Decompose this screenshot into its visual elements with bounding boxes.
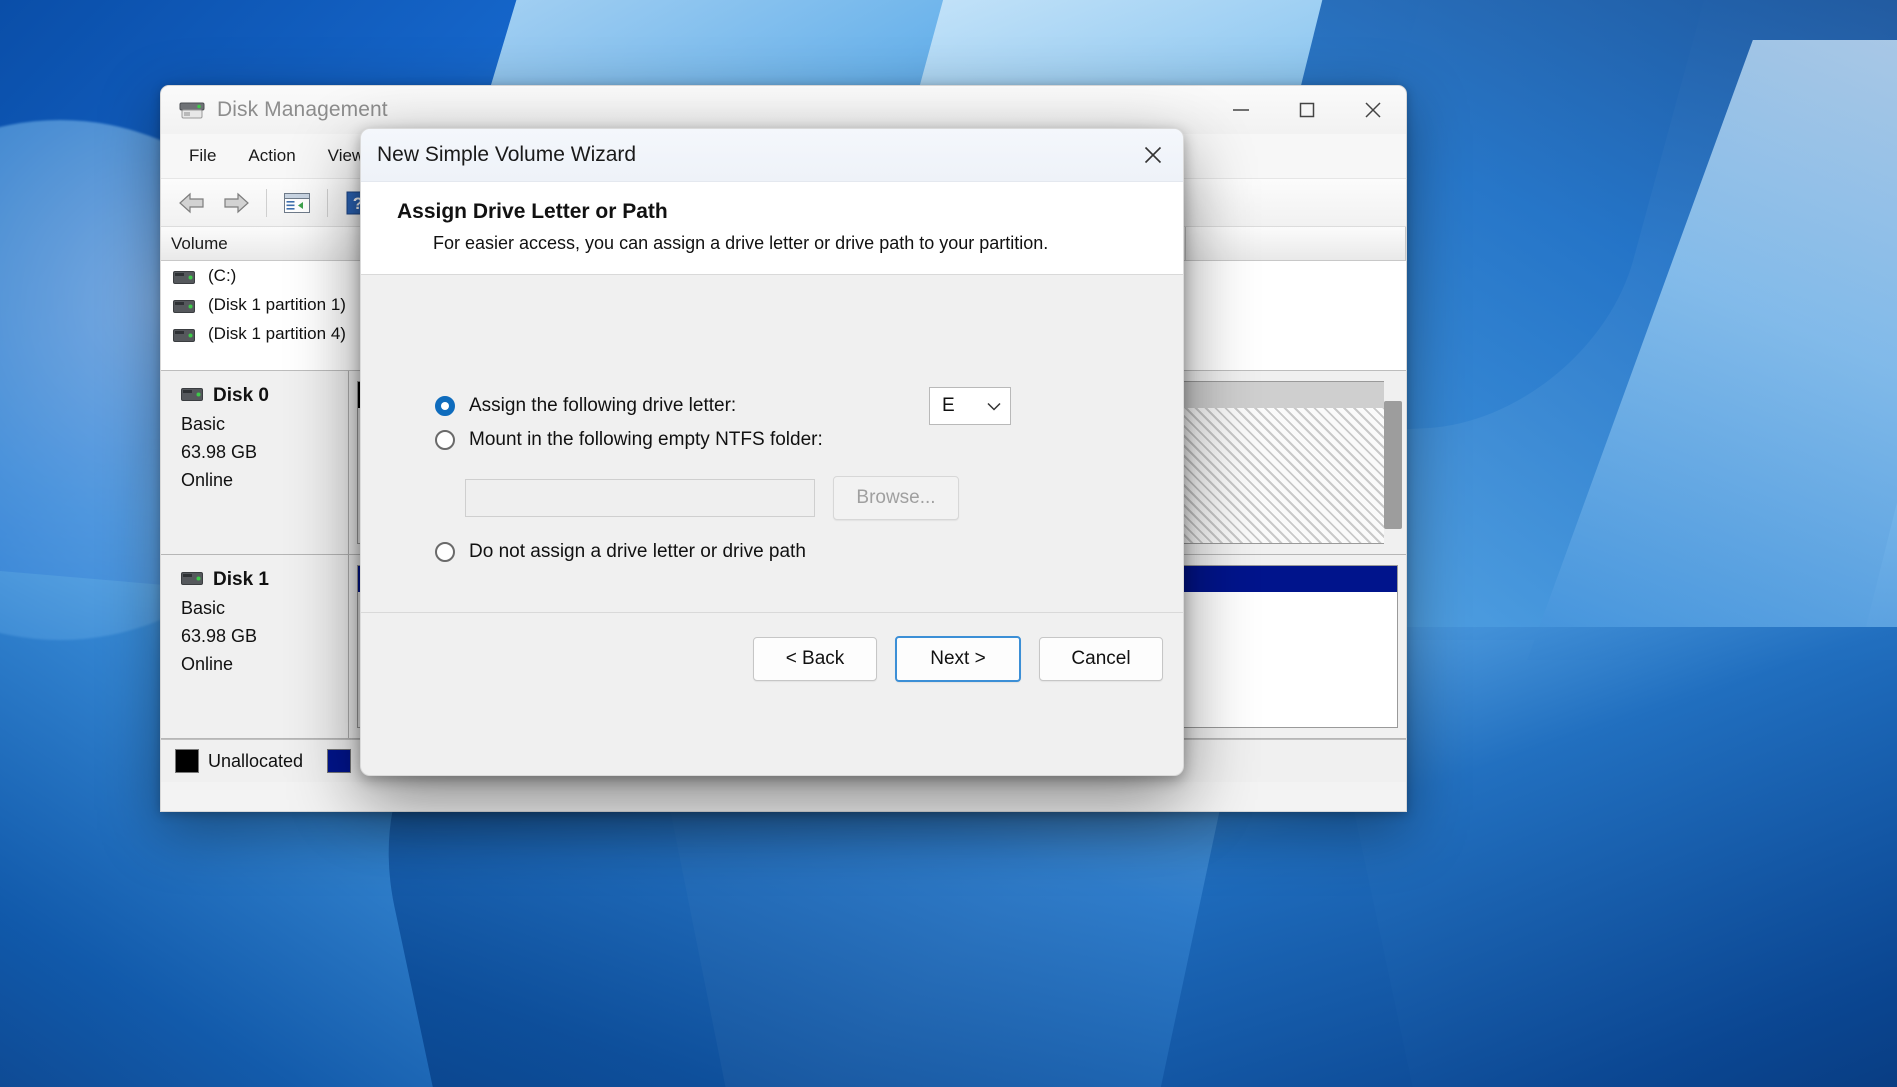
option-mount-ntfs-row: Mount in the following empty NTFS folder… bbox=[435, 429, 823, 451]
forward-button[interactable] bbox=[215, 184, 257, 222]
wizard-footer: < Back Next > Cancel bbox=[361, 612, 1183, 705]
disk-size: 63.98 GB bbox=[181, 442, 258, 462]
maximize-button[interactable] bbox=[1274, 86, 1340, 134]
console-tree-button[interactable] bbox=[276, 184, 318, 222]
disk-status: Online bbox=[181, 654, 234, 674]
cancel-button[interactable]: Cancel bbox=[1039, 637, 1163, 681]
disk-drive-icon bbox=[179, 100, 205, 120]
new-simple-volume-wizard-dialog: New Simple Volume Wizard Assign Drive Le… bbox=[360, 128, 1184, 776]
disk-size: 63.98 GB bbox=[181, 626, 258, 646]
radio-mount-ntfs-folder[interactable]: Mount in the following empty NTFS folder… bbox=[435, 429, 823, 451]
show-hide-console-tree-icon bbox=[284, 192, 310, 213]
page-subtitle: For easier access, you can assign a driv… bbox=[433, 233, 1049, 253]
radio-indicator-unselected bbox=[435, 542, 455, 562]
disk-status: Online bbox=[181, 470, 234, 490]
back-button[interactable] bbox=[171, 184, 213, 222]
disk-name: Disk 1 bbox=[213, 569, 269, 590]
radio-do-not-assign[interactable]: Do not assign a drive letter or drive pa… bbox=[435, 541, 806, 563]
radio-indicator-unselected bbox=[435, 430, 455, 450]
minimize-button[interactable] bbox=[1208, 86, 1274, 134]
chevron-down-icon bbox=[987, 402, 1001, 411]
menu-item-action[interactable]: Action bbox=[232, 141, 311, 171]
mount-path-input[interactable] bbox=[465, 479, 815, 517]
legend-swatch-primary bbox=[327, 749, 352, 773]
disk-name: Disk 0 bbox=[213, 385, 269, 406]
toolbar-separator bbox=[266, 188, 267, 217]
disk-name-row: Disk 0 bbox=[181, 385, 348, 407]
volume-icon bbox=[173, 298, 195, 313]
close-button[interactable] bbox=[1340, 86, 1406, 134]
toolbar-separator bbox=[327, 188, 328, 217]
back-button[interactable]: < Back bbox=[753, 637, 877, 681]
radio-indicator-selected bbox=[435, 396, 455, 416]
window-title: Disk Management bbox=[217, 98, 388, 121]
disk-icon bbox=[181, 385, 203, 407]
close-icon bbox=[1365, 102, 1381, 118]
volume-icon bbox=[173, 327, 195, 342]
radio-label-assign-drive-letter: Assign the following drive letter: bbox=[469, 395, 737, 416]
forward-arrow-icon bbox=[224, 192, 249, 213]
maximize-icon bbox=[1299, 102, 1315, 118]
next-button[interactable]: Next > bbox=[895, 636, 1021, 682]
browse-button[interactable]: Browse... bbox=[833, 476, 959, 520]
back-arrow-icon bbox=[179, 192, 204, 213]
volume-icon bbox=[173, 269, 195, 284]
legend-label-unallocated: Unallocated bbox=[208, 750, 304, 771]
legend-item-unallocated: Unallocated bbox=[175, 749, 303, 773]
window-controls bbox=[1208, 86, 1406, 134]
disk-management-titlebar: Disk Management bbox=[161, 86, 1406, 134]
radio-label-do-not-assign: Do not assign a drive letter or drive pa… bbox=[469, 541, 806, 562]
close-icon bbox=[1144, 146, 1162, 164]
option-no-drive-letter-row: Do not assign a drive letter or drive pa… bbox=[435, 541, 806, 563]
radio-assign-drive-letter[interactable]: Assign the following drive letter: bbox=[435, 395, 736, 417]
minimize-icon bbox=[1233, 109, 1249, 111]
column-header-extra[interactable] bbox=[1186, 227, 1406, 260]
wizard-body: Assign the following drive letter: E Mou… bbox=[361, 275, 1183, 705]
disk-type: Basic bbox=[181, 598, 226, 618]
legend-swatch-unallocated bbox=[175, 749, 199, 773]
disk-pane-scrollbar[interactable] bbox=[1384, 379, 1402, 546]
wizard-header: Assign Drive Letter or Path For easier a… bbox=[361, 182, 1183, 275]
wizard-title: New Simple Volume Wizard bbox=[377, 143, 637, 166]
disk-icon bbox=[181, 569, 203, 591]
disk-info-0[interactable]: Disk 0 Basic 63.98 GB Online bbox=[161, 371, 349, 554]
disk-type: Basic bbox=[181, 414, 226, 434]
disk-info-1[interactable]: Disk 1 Basic 63.98 GB Online bbox=[161, 555, 349, 738]
drive-letter-dropdown[interactable]: E bbox=[929, 387, 1011, 425]
wizard-close-button[interactable] bbox=[1123, 129, 1183, 181]
mount-path-row: Browse... bbox=[465, 476, 959, 520]
scrollbar-thumb[interactable] bbox=[1384, 401, 1402, 529]
wizard-titlebar: New Simple Volume Wizard bbox=[361, 129, 1183, 182]
option-assign-drive-letter-row: Assign the following drive letter: E bbox=[435, 387, 1115, 425]
radio-label-mount-ntfs-folder: Mount in the following empty NTFS folder… bbox=[469, 429, 823, 450]
menu-item-file[interactable]: File bbox=[173, 141, 232, 171]
disk-name-row: Disk 1 bbox=[181, 569, 348, 591]
drive-letter-value: E bbox=[942, 395, 955, 416]
page-title: Assign Drive Letter or Path bbox=[397, 200, 668, 223]
